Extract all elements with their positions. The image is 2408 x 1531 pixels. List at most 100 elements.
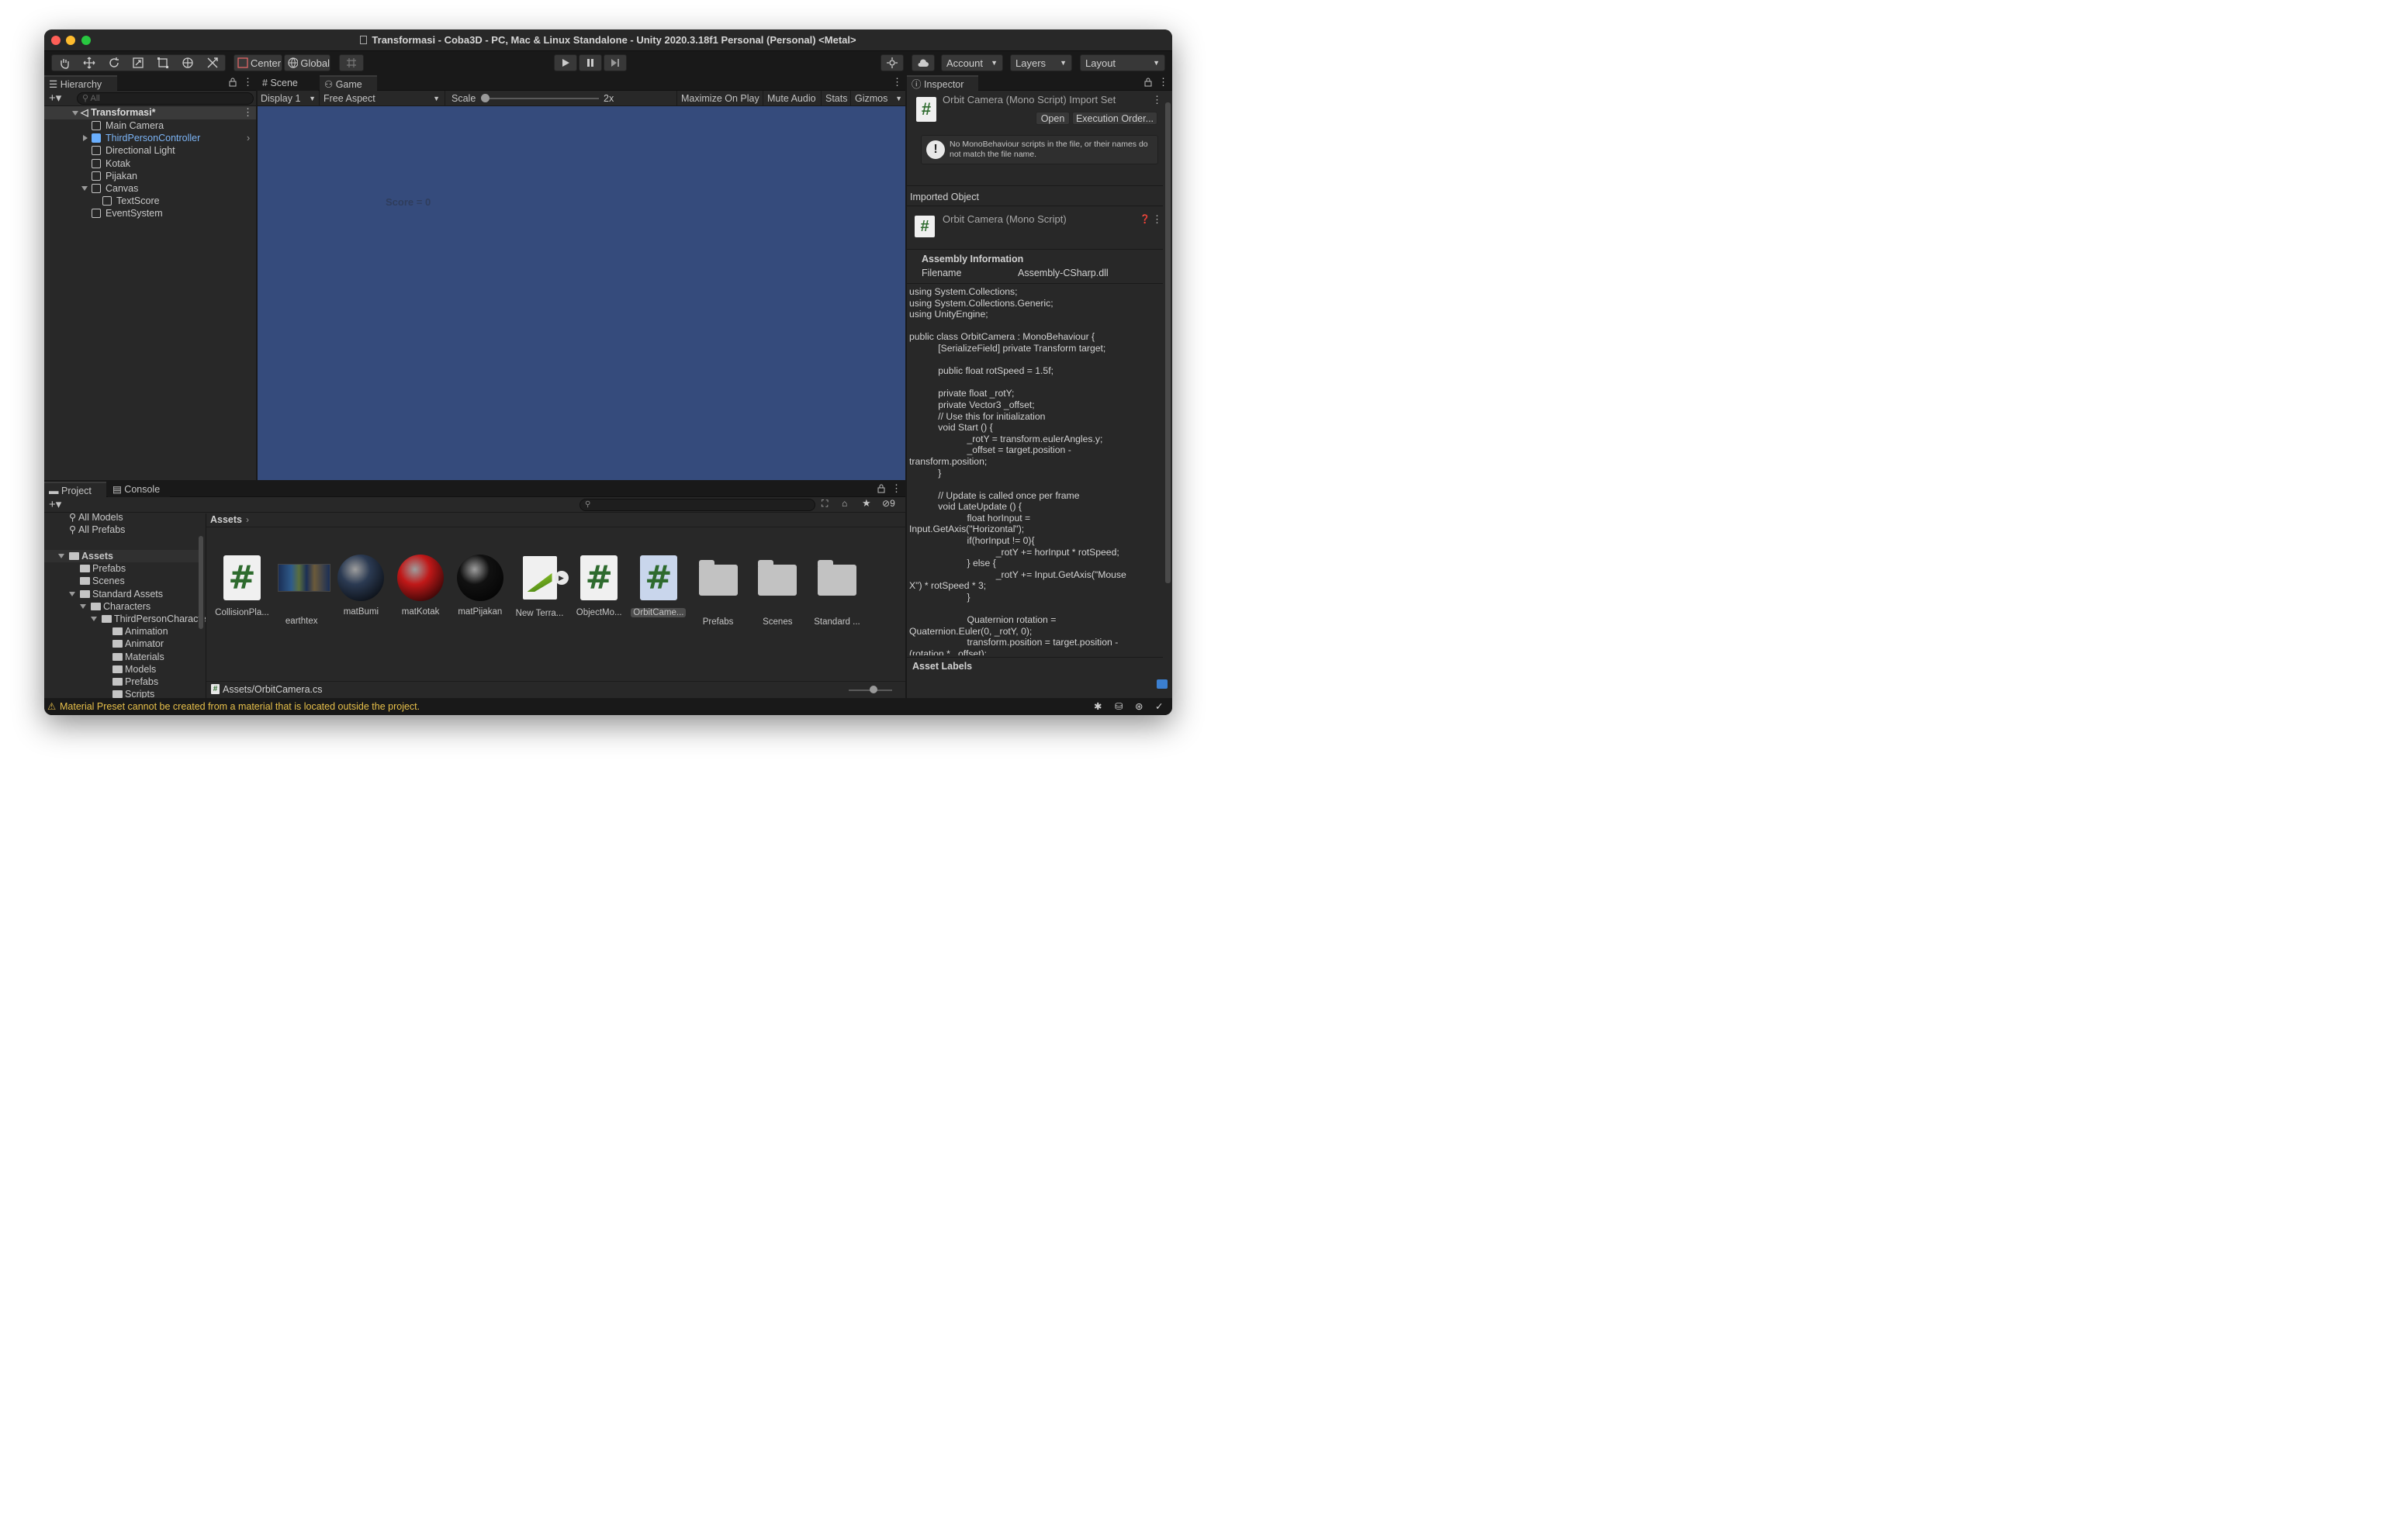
tab-game[interactable]: ⚇ Game xyxy=(320,75,377,91)
grid-snap-button[interactable] xyxy=(339,54,364,71)
project-tree-item[interactable]: Materials xyxy=(44,651,199,663)
filter-label-icon[interactable]: ⌂ xyxy=(842,498,847,509)
hierarchy-item[interactable]: Canvas xyxy=(44,182,256,195)
help-icon[interactable]: ❓ xyxy=(1140,214,1150,224)
project-tree-item[interactable]: Prefabs xyxy=(44,676,199,688)
rect-icon[interactable] xyxy=(157,57,169,69)
status-bar[interactable]: ⚠ Material Preset cannot be created from… xyxy=(44,698,1172,715)
hierarchy-item[interactable]: Pijakan xyxy=(44,170,256,182)
create-plus-icon[interactable]: +▾ xyxy=(49,91,61,105)
kebab-menu-icon[interactable]: ⋮ xyxy=(892,76,902,88)
asset-tile[interactable]: Scenes xyxy=(749,554,805,627)
kebab-menu-icon[interactable]: ⋮ xyxy=(1152,213,1162,226)
project-tree-item[interactable]: Models xyxy=(44,663,199,676)
transform-icon[interactable] xyxy=(182,57,194,69)
chevron-down-icon[interactable] xyxy=(72,111,78,116)
hand-icon[interactable] xyxy=(58,57,71,69)
tab-hierarchy[interactable]: ☰ Hierarchy xyxy=(44,75,117,91)
services-button[interactable] xyxy=(881,54,904,71)
favorite-item[interactable]: ⚲ All Prefabs xyxy=(69,524,125,536)
hierarchy-item[interactable]: Directional Light xyxy=(44,144,256,157)
scale-icon[interactable] xyxy=(132,57,144,69)
star-icon[interactable]: ★ xyxy=(862,497,871,510)
pause-button[interactable] xyxy=(579,54,602,71)
hierarchy-item[interactable]: ThirdPersonController › xyxy=(44,132,256,144)
rotate-icon[interactable] xyxy=(108,57,120,69)
asset-tile[interactable]: ▶ New Terra... xyxy=(512,554,569,618)
layers-dropdown[interactable]: Layers ▼ xyxy=(1010,54,1072,71)
hidden-packages-button[interactable]: ⊘9 xyxy=(882,498,895,509)
hierarchy-item[interactable]: EventSystem xyxy=(44,207,256,219)
tab-inspector[interactable]: ⓘ Inspector xyxy=(907,75,978,91)
icon-size-slider-thumb[interactable] xyxy=(870,686,877,693)
project-tree-item[interactable]: Characters xyxy=(44,600,199,613)
project-tree-item[interactable]: ThirdPersonCharacte xyxy=(44,613,206,625)
kebab-menu-icon[interactable]: ⋮ xyxy=(1152,94,1162,106)
create-plus-icon[interactable]: +▾ xyxy=(49,497,61,511)
kebab-menu-icon[interactable]: ⋮ xyxy=(243,106,253,119)
project-tree-item[interactable]: Scenes xyxy=(44,575,199,587)
label-tag-icon[interactable] xyxy=(1157,679,1168,689)
mute-audio-toggle[interactable]: Mute Audio xyxy=(763,91,820,105)
execution-order-button[interactable]: Execution Order... xyxy=(1072,112,1157,125)
scene-row[interactable]: ◁ Transformasi* ⋮ xyxy=(44,106,256,119)
aspect-dropdown[interactable]: Free Aspect ▼ xyxy=(320,91,445,105)
open-button[interactable]: Open xyxy=(1036,112,1070,125)
tab-scene[interactable]: # Scene xyxy=(258,75,318,91)
stats-toggle[interactable]: Stats xyxy=(821,91,852,105)
custom-tool-icon[interactable] xyxy=(206,57,219,69)
chevron-down-icon[interactable] xyxy=(58,554,64,558)
hierarchy-item[interactable]: Kotak xyxy=(44,157,256,170)
bug-icon[interactable]: ✱ xyxy=(1094,698,1102,715)
hierarchy-item[interactable]: Main Camera xyxy=(44,119,256,132)
tab-project[interactable]: ▬ Project xyxy=(44,482,106,497)
project-tree-item[interactable]: Scripts xyxy=(44,688,199,698)
project-search-input[interactable]: ⚲ xyxy=(580,499,815,511)
asset-tile[interactable]: Standard ... xyxy=(809,554,865,627)
asset-tile[interactable]: # ObjectMo... xyxy=(571,554,627,617)
pivot-center-toggle[interactable]: Center xyxy=(234,54,282,71)
scale-slider-thumb[interactable] xyxy=(481,94,490,102)
asset-tile[interactable]: matBumi xyxy=(333,554,389,617)
kebab-menu-icon[interactable]: ⋮ xyxy=(1158,76,1168,88)
project-tree-item[interactable]: Animator xyxy=(44,638,199,650)
game-viewport[interactable]: Score = 0 xyxy=(258,106,905,480)
asset-tile[interactable]: # CollisionPla... xyxy=(214,554,270,617)
chevron-right-icon[interactable] xyxy=(83,135,88,142)
asset-tile[interactable]: # OrbitCame... xyxy=(631,554,687,617)
chevron-down-icon[interactable] xyxy=(69,591,75,596)
chevron-down-icon[interactable] xyxy=(80,603,86,609)
cache-server-icon[interactable]: ⛁ xyxy=(1115,698,1123,715)
account-dropdown[interactable]: Account ▼ xyxy=(941,54,1003,71)
project-tree-item[interactable]: Prefabs xyxy=(44,562,199,575)
project-tree-item[interactable]: Animation xyxy=(44,625,199,638)
lock-icon[interactable] xyxy=(229,78,237,87)
cloud-button[interactable] xyxy=(912,54,935,71)
chevron-down-icon[interactable] xyxy=(91,617,97,621)
project-tree-item[interactable]: Standard Assets xyxy=(44,588,199,600)
filter-type-icon[interactable]: ⛶ xyxy=(822,498,828,510)
asset-tile[interactable]: earthtex xyxy=(274,554,330,626)
favorite-item[interactable]: ⚲ All Models xyxy=(69,513,123,524)
step-button[interactable] xyxy=(604,54,627,71)
asset-tile[interactable]: matPijakan xyxy=(452,554,508,617)
kebab-menu-icon[interactable]: ⋮ xyxy=(891,482,901,495)
maximize-on-play-toggle[interactable]: Maximize On Play xyxy=(676,91,763,105)
asset-tile[interactable]: matKotak xyxy=(393,554,448,617)
layout-dropdown[interactable]: Layout ▼ xyxy=(1080,54,1165,71)
chevron-right-icon[interactable]: › xyxy=(247,132,250,144)
lock-icon[interactable] xyxy=(1144,78,1152,87)
asset-tile[interactable]: Prefabs xyxy=(690,554,746,627)
project-tree-item[interactable]: Assets xyxy=(44,550,199,562)
space-global-toggle[interactable]: Global xyxy=(284,54,330,71)
tree-scrollbar[interactable] xyxy=(199,536,203,629)
chevron-down-icon[interactable] xyxy=(81,186,88,191)
hierarchy-item[interactable]: TextScore xyxy=(44,195,256,207)
kebab-menu-icon[interactable]: ⋮ xyxy=(243,76,253,88)
move-icon[interactable] xyxy=(83,57,95,69)
hierarchy-search-input[interactable]: ⚲ All xyxy=(77,92,254,105)
progress-check-icon[interactable]: ✓ xyxy=(1155,698,1163,715)
gizmos-dropdown[interactable]: Gizmos ▼ xyxy=(850,91,905,105)
inspector-scrollbar[interactable] xyxy=(1165,102,1171,583)
lock-icon[interactable] xyxy=(877,484,885,493)
